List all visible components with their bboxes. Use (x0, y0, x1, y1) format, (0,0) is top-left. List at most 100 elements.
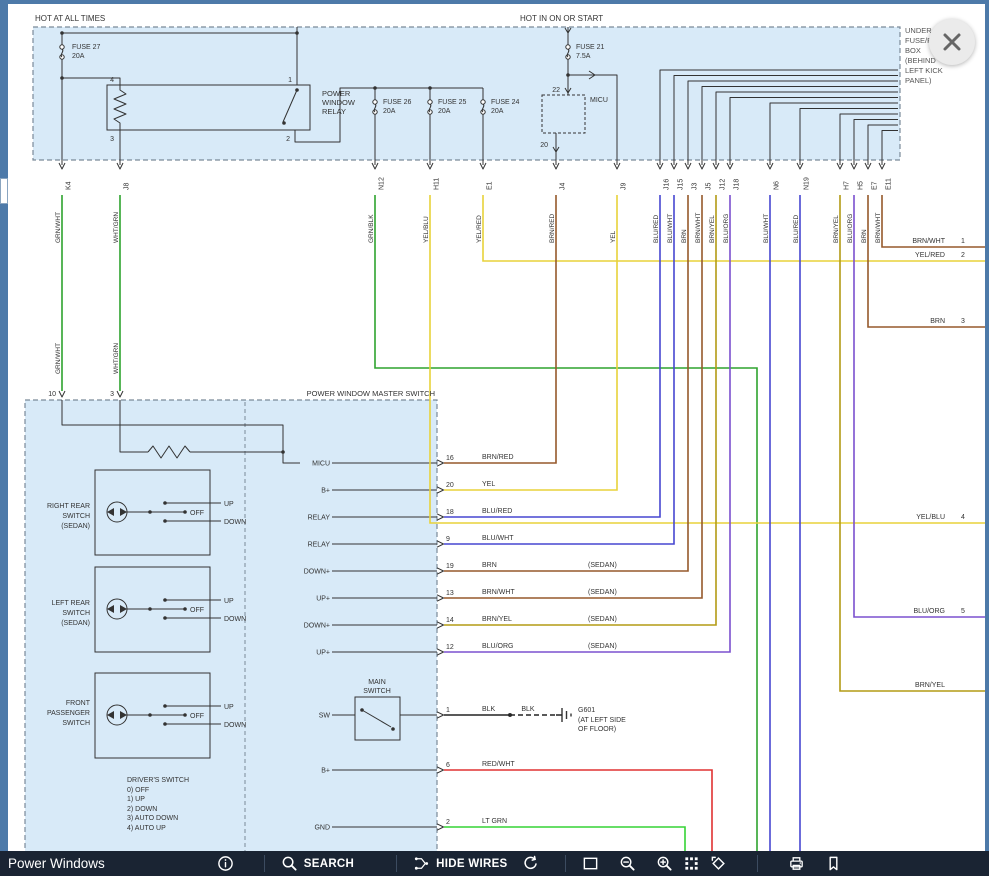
pin-id: N6 (774, 181, 781, 190)
bookmark-icon (825, 855, 842, 872)
relay-label: WINDOW (322, 98, 356, 107)
row-wire-label: BLU/RED (482, 508, 512, 515)
zoom-out-button[interactable] (619, 855, 636, 872)
switch-label: SWITCH (62, 720, 90, 727)
fuse21-label: FUSE 21 (576, 44, 605, 51)
switch-down-label: DOWN (224, 519, 246, 526)
close-button[interactable] (929, 19, 975, 65)
hide-wires-button[interactable]: HIDE WIRES (413, 855, 507, 872)
main-switch-label: MAIN (368, 679, 386, 686)
reset-view-button[interactable] (710, 855, 727, 872)
note-line: BOX (905, 46, 921, 55)
connector-pin-ids: K4 J8 N12 H11 E1 J4 J9 J16 J15 J3 J5 J12… (66, 177, 893, 190)
row-wire-label: LT GRN (482, 818, 507, 825)
print-button[interactable] (788, 855, 805, 872)
row-pin-number: 13 (446, 590, 454, 597)
wire-label: BRN/YEL (833, 215, 840, 243)
page-title: Power Windows (8, 856, 105, 871)
relay-pin-4: 4 (110, 77, 114, 84)
switch-label: SWITCH (62, 610, 90, 617)
wire-label: YEL (610, 230, 617, 243)
row-pin-number: 19 (446, 563, 454, 570)
scroll-indicator[interactable] (0, 178, 8, 204)
relay-pin-2: 2 (286, 136, 290, 143)
pin-id: J15 (678, 179, 685, 190)
pin-id: J9 (621, 183, 628, 191)
drivers-switch-note: 1) UP (127, 796, 145, 803)
row-arrows (437, 460, 444, 830)
pin-id: J16 (664, 179, 671, 190)
switch-off-label: OFF (190, 510, 204, 517)
pin-id: K4 (66, 181, 73, 190)
wire-label: BLU/ORG (723, 214, 730, 243)
drivers-switch-note: 0) OFF (127, 787, 149, 794)
marquee-zoom-button[interactable] (582, 855, 599, 872)
fuse24-rating: 20A (491, 108, 504, 115)
bookmark-button[interactable] (825, 855, 842, 872)
reset-view-icon (710, 855, 727, 872)
zoom-in-icon (656, 855, 673, 872)
wire-color-labels: GRN/WHT WHT/GRN GRN/BLK YEL/BLU YEL/RED … (55, 212, 882, 374)
wire-label: GRN/WHT (55, 212, 62, 243)
row-pin-number: 14 (446, 617, 454, 624)
row-label: UP+ (316, 596, 330, 603)
search-icon (281, 855, 298, 872)
wire-label: BRN/WHT (875, 213, 882, 243)
blk-wire-label: BLK (521, 706, 535, 713)
switch-down-label: DOWN (224, 616, 246, 623)
hot-label-right: HOT IN ON OR START (520, 14, 603, 23)
row-label: B+ (321, 768, 330, 775)
exit-wire-label: BLU/ORG (913, 608, 945, 615)
fuse26-rating: 20A (383, 108, 396, 115)
zoom-in-button[interactable] (656, 855, 673, 872)
grid-zoom-button[interactable] (683, 855, 700, 872)
switch-label: FRONT (66, 700, 91, 707)
wire-label: GRN/WHT (55, 343, 62, 374)
refresh-icon (522, 855, 539, 872)
row-wire-label: BRN/RED (482, 454, 514, 461)
pin-id: H5 (858, 181, 865, 190)
grid-zoom-icon (683, 855, 700, 872)
switch-up-label: UP (224, 704, 234, 711)
row-label: MICU (312, 461, 330, 468)
row-pin-number: 6 (446, 762, 450, 769)
wire-label: WHT/GRN (113, 212, 120, 243)
wire-label: BRN/WHT (695, 213, 702, 243)
switch-label: (SEDAN) (61, 620, 90, 627)
toolbar-divider (264, 855, 265, 872)
bottom-toolbar: Power Windows SEARCH HIDE WIRES (0, 851, 989, 876)
exit-wire-label: YEL/BLU (916, 514, 945, 521)
exit-number: 1 (961, 238, 965, 245)
ground-id: G601 (578, 707, 595, 714)
row-pin-number: 2 (446, 819, 450, 826)
search-button[interactable]: SEARCH (281, 855, 354, 872)
switch-up-label: UP (224, 501, 234, 508)
micu-label: MICU (590, 97, 608, 104)
print-icon (788, 855, 805, 872)
row-label: RELAY (308, 542, 331, 549)
pin-id: J18 (734, 179, 741, 190)
row-wire-label: YEL (482, 481, 495, 488)
info-button[interactable] (217, 855, 234, 872)
refresh-button[interactable] (522, 855, 539, 872)
right-exit-labels: BRN/WHT 1 YEL/RED 2 BRN 3 YEL/BLU 4 BLU/… (912, 238, 965, 689)
switch-off-label: OFF (190, 607, 204, 614)
note-line: LEFT KICK (905, 66, 943, 75)
note-line: PANEL) (905, 76, 932, 85)
blue-orange-wires (444, 195, 985, 652)
wiring-diagram: HOT AT ALL TIMES HOT IN ON OR START UNDE… (0, 0, 989, 852)
row-label: DOWN+ (304, 623, 330, 630)
wire-label: BLU/RED (653, 215, 660, 243)
pin-id: J12 (720, 179, 727, 190)
row-wire-label: BRN/WHT (482, 589, 515, 596)
switch-down-label: DOWN (224, 722, 246, 729)
row-variant-tag: (SEDAN) (588, 643, 617, 650)
relay-pin-1: 1 (288, 77, 292, 84)
ground-note: OF FLOOR) (578, 726, 616, 733)
close-icon (929, 19, 975, 65)
pin-id: J3 (692, 183, 699, 191)
drivers-switch-note: 3) AUTO DOWN (127, 815, 178, 822)
hide-wires-label: HIDE WIRES (436, 858, 507, 870)
zoom-out-icon (619, 855, 636, 872)
hide-wires-icon (413, 855, 430, 872)
